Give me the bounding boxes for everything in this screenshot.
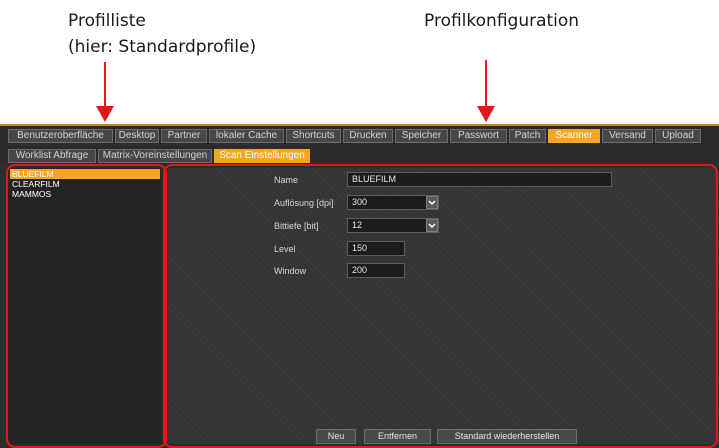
annotation-profile-list-title: Profilliste: [68, 11, 146, 31]
tab-patch[interactable]: Patch: [509, 129, 546, 143]
tab-desktop[interactable]: Desktop: [115, 129, 159, 143]
resolution-value: 300: [352, 197, 368, 207]
tab-scanner[interactable]: Scanner: [548, 129, 600, 143]
annotation-arrow-right-head: [477, 106, 495, 122]
sub-tab-bar: Worklist Abfrage Matrix-Voreinstellungen…: [0, 146, 719, 164]
tab-versand[interactable]: Versand: [602, 129, 653, 143]
annotation-profile-config: Profilkonfiguration: [424, 11, 580, 31]
restore-default-button[interactable]: Standard wiederherstellen: [437, 429, 577, 444]
subtab-worklist-abfrage[interactable]: Worklist Abfrage: [8, 149, 96, 163]
tab-upload[interactable]: Upload: [655, 129, 701, 143]
subtab-scan-einstellungen[interactable]: Scan Einstellungen: [214, 149, 310, 163]
remove-button[interactable]: Entfernen: [364, 429, 431, 444]
window-input[interactable]: 200: [347, 263, 405, 278]
annotation-arrow-left-shaft: [104, 62, 106, 107]
level-input[interactable]: 150: [347, 241, 405, 256]
annotation-arrow-right-shaft: [485, 60, 487, 107]
tab-lokaler-cache[interactable]: lokaler Cache: [209, 129, 284, 143]
subtab-matrix-voreinstellungen[interactable]: Matrix-Voreinstellungen: [98, 149, 212, 163]
bitdepth-label: Bittiefe [bit]: [274, 221, 319, 231]
tab-speicher[interactable]: Speicher: [395, 129, 448, 143]
level-label: Level: [274, 244, 296, 254]
name-label: Name: [274, 175, 299, 185]
new-button[interactable]: Neu: [316, 429, 356, 444]
profile-config-panel: Name BLUEFILM Auflösung [dpi] 300 Bittie…: [168, 168, 717, 444]
resolution-select[interactable]: 300: [347, 195, 439, 210]
annotation-profile-list-subtitle: (hier: Standardprofile): [68, 37, 257, 57]
profile-item-clearfilm[interactable]: CLEARFILM: [10, 179, 160, 189]
tab-benutzeroberflaeche[interactable]: Benutzeroberfläche: [8, 129, 113, 143]
main-tab-bar: Benutzeroberfläche Desktop Partner lokal…: [0, 124, 719, 144]
resolution-label: Auflösung [dpi]: [274, 198, 334, 208]
tab-shortcuts[interactable]: Shortcuts: [286, 129, 341, 143]
profile-list: BLUEFILM CLEARFILM MAMMOS: [8, 168, 161, 444]
settings-window: Benutzeroberfläche Desktop Partner lokal…: [0, 124, 719, 448]
tab-drucken[interactable]: Drucken: [343, 129, 393, 143]
profile-item-mammos[interactable]: MAMMOS: [10, 189, 160, 199]
annotation-arrow-left-head: [96, 106, 114, 122]
chevron-down-icon[interactable]: [426, 219, 438, 232]
window-label: Window: [274, 266, 307, 276]
profile-item-bluefilm[interactable]: BLUEFILM: [10, 169, 160, 179]
chevron-down-icon[interactable]: [426, 196, 438, 209]
tab-partner[interactable]: Partner: [161, 129, 207, 143]
bitdepth-value: 12: [352, 220, 363, 230]
tab-passwort[interactable]: Passwort: [450, 129, 507, 143]
bitdepth-select[interactable]: 12: [347, 218, 439, 233]
name-input[interactable]: BLUEFILM: [347, 172, 612, 187]
